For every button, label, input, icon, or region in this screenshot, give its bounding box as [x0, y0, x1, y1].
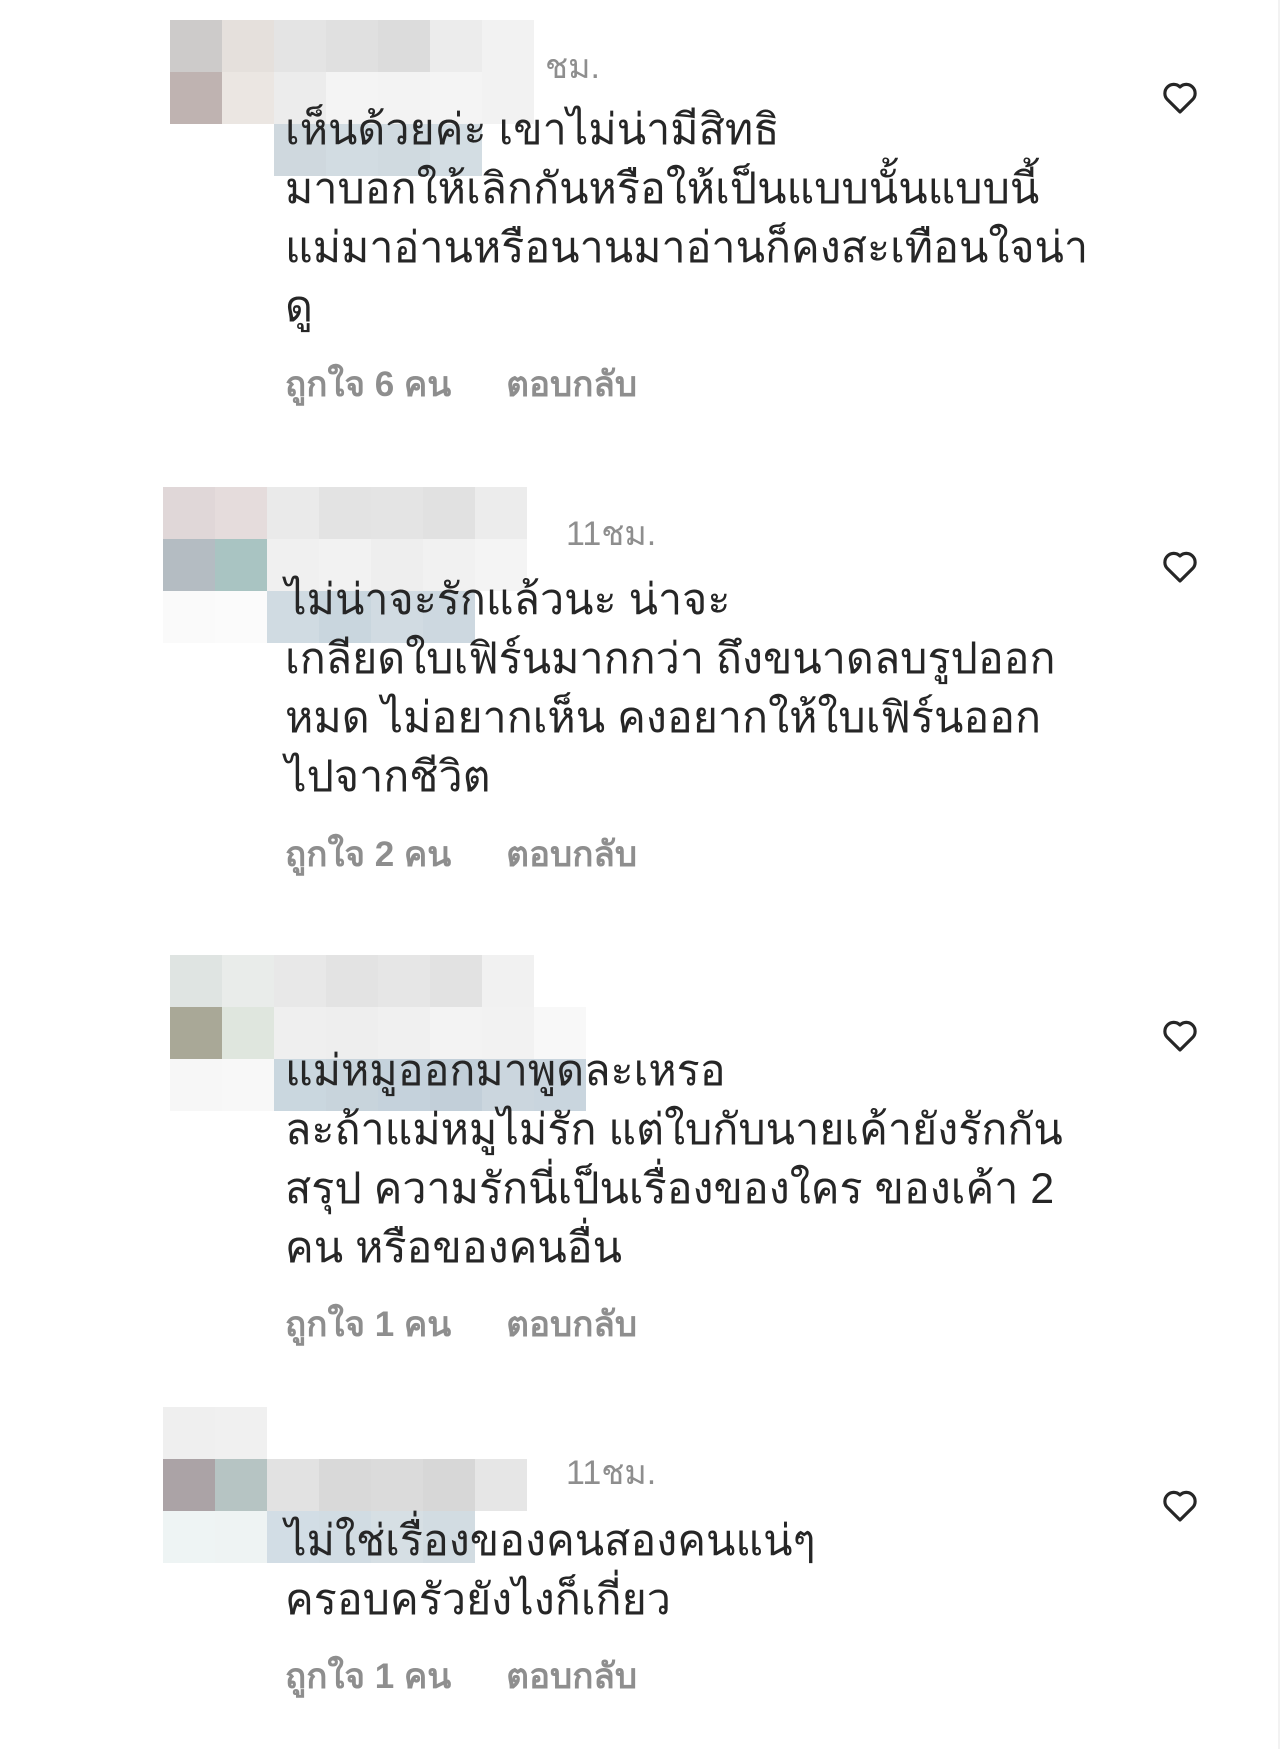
- comment-timestamp: ชม.: [545, 48, 600, 86]
- heart-outline-icon[interactable]: [1160, 1015, 1200, 1055]
- like-count[interactable]: ถูกใจ 6 คน: [285, 363, 451, 407]
- comment-text: ไม่น่าจะรักแล้วนะ น่าจะ เกลียดใบเฟิร์นมา…: [285, 576, 1056, 801]
- reply-button[interactable]: ตอบกลับ: [506, 833, 637, 877]
- heart-outline-icon[interactable]: [1160, 77, 1200, 117]
- reply-button[interactable]: ตอบกลับ: [506, 1655, 637, 1699]
- heart-outline-icon[interactable]: [1160, 546, 1200, 586]
- comment-actions: ถูกใจ 1 คน ตอบกลับ: [285, 1303, 637, 1347]
- comment-actions: ถูกใจ 2 คน ตอบกลับ: [285, 833, 637, 877]
- comment-actions: ถูกใจ 1 คน ตอบกลับ: [285, 1655, 637, 1699]
- reply-button[interactable]: ตอบกลับ: [506, 1303, 637, 1347]
- like-count[interactable]: ถูกใจ 1 คน: [285, 1655, 451, 1699]
- comment-timestamp: 11ชม.: [566, 515, 657, 553]
- comment-text: แม่หมูออกมาพูดละเหรอ ละถ้าแม่หมูไม่รัก แ…: [285, 1047, 1063, 1272]
- comment-text: ไม่ใช่เรื่องของคนสองคนแน่ๆ ครอบครัวยังไง…: [285, 1517, 816, 1624]
- like-count[interactable]: ถูกใจ 2 คน: [285, 833, 451, 877]
- comment-timestamp: 11ชม.: [566, 1454, 657, 1492]
- comment-actions: ถูกใจ 6 คน ตอบกลับ: [285, 363, 637, 407]
- reply-button[interactable]: ตอบกลับ: [506, 363, 637, 407]
- comment-text: เห็นด้วยค่ะ เขาไม่น่ามีสิทธิ มาบอกให้เลิ…: [285, 106, 1089, 331]
- like-count[interactable]: ถูกใจ 1 คน: [285, 1303, 451, 1347]
- heart-outline-icon[interactable]: [1160, 1485, 1200, 1525]
